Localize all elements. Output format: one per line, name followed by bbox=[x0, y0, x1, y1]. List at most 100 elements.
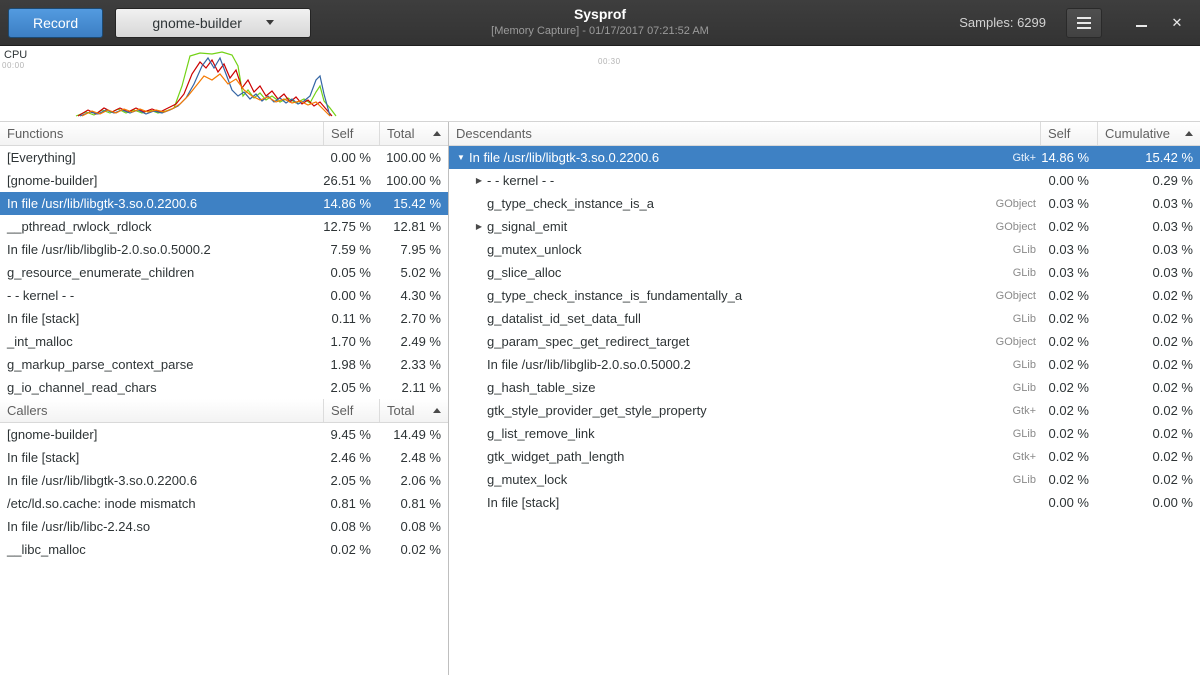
expander-icon[interactable]: ▶ bbox=[471, 222, 487, 231]
cell-function-name: In file /usr/lib/libgtk-3.so.0.2200.6 bbox=[0, 473, 323, 488]
cell-self-percent: 0.02 % bbox=[323, 542, 379, 557]
column-header-total[interactable]: Total bbox=[379, 122, 448, 145]
tree-row[interactable]: g_mutex_lockGLib0.02 %0.02 % bbox=[449, 468, 1200, 491]
cell-function-name: In file /usr/lib/libglib-2.0.so.0.5000.2 bbox=[0, 242, 323, 257]
cell-cumulative-percent: 0.02 % bbox=[1097, 334, 1200, 349]
cpu-series-red bbox=[78, 60, 332, 116]
cell-self-percent: 1.98 % bbox=[323, 357, 379, 372]
cell-function-name: - - kernel - - bbox=[0, 288, 323, 303]
cell-library-tag: GObject bbox=[976, 198, 1040, 210]
cell-library-tag: GObject bbox=[976, 336, 1040, 348]
cell-total-percent: 2.33 % bbox=[379, 357, 448, 372]
cell-library-tag: Gtk+ bbox=[976, 451, 1040, 463]
column-header-descendants[interactable]: Descendants bbox=[449, 122, 1040, 145]
table-row[interactable]: In file [stack]2.46 %2.48 % bbox=[0, 446, 448, 469]
table-row[interactable]: In file [stack]0.11 %2.70 % bbox=[0, 307, 448, 330]
samples-count: Samples: 6299 bbox=[959, 15, 1046, 30]
cell-function-name: In file /usr/lib/libc-2.24.so bbox=[0, 519, 323, 534]
cpu-label: CPU bbox=[4, 49, 27, 61]
column-header-functions[interactable]: Functions bbox=[0, 122, 323, 145]
tree-row[interactable]: g_slice_allocGLib0.03 %0.03 % bbox=[449, 261, 1200, 284]
tree-row[interactable]: g_mutex_unlockGLib0.03 %0.03 % bbox=[449, 238, 1200, 261]
cell-cumulative-percent: 0.02 % bbox=[1097, 311, 1200, 326]
window-title-block: Sysprof [Memory Capture] - 01/17/2017 07… bbox=[491, 6, 709, 38]
column-header-cumulative[interactable]: Cumulative bbox=[1097, 122, 1200, 145]
tree-row[interactable]: ▶- - kernel - -0.00 %0.29 % bbox=[449, 169, 1200, 192]
table-row[interactable]: __libc_malloc0.02 %0.02 % bbox=[0, 538, 448, 561]
cell-total-percent: 2.06 % bbox=[379, 473, 448, 488]
tree-row[interactable]: g_datalist_id_set_data_fullGLib0.02 %0.0… bbox=[449, 307, 1200, 330]
cell-library-tag: GLib bbox=[976, 244, 1040, 256]
cell-library-tag: GLib bbox=[976, 313, 1040, 325]
cell-self-percent: 0.02 % bbox=[1040, 403, 1097, 418]
cell-cumulative-percent: 0.02 % bbox=[1097, 472, 1200, 487]
tree-row[interactable]: ▼In file /usr/lib/libgtk-3.so.0.2200.6Gt… bbox=[449, 146, 1200, 169]
table-row[interactable]: In file /usr/lib/libglib-2.0.so.0.5000.2… bbox=[0, 238, 448, 261]
cell-function-name: In file [stack] bbox=[487, 495, 976, 510]
left-pane: Functions Self Total [Everything]0.00 %1… bbox=[0, 122, 448, 675]
cell-self-percent: 26.51 % bbox=[323, 173, 379, 188]
headerbar: Record gnome-builder Sysprof [Memory Cap… bbox=[0, 0, 1200, 46]
table-row[interactable]: In file /usr/lib/libgtk-3.so.0.2200.614.… bbox=[0, 192, 448, 215]
cell-library-tag: GLib bbox=[976, 428, 1040, 440]
cell-library-tag: Gtk+ bbox=[976, 405, 1040, 417]
tree-row[interactable]: g_type_check_instance_is_aGObject0.03 %0… bbox=[449, 192, 1200, 215]
sort-indicator-icon bbox=[433, 408, 441, 413]
cell-self-percent: 0.00 % bbox=[1040, 173, 1097, 188]
cell-self-percent: 0.02 % bbox=[1040, 219, 1097, 234]
cell-function-name: __pthread_rwlock_rdlock bbox=[0, 219, 323, 234]
column-header-total[interactable]: Total bbox=[379, 399, 448, 422]
tree-row[interactable]: gtk_style_provider_get_style_propertyGtk… bbox=[449, 399, 1200, 422]
column-header-self[interactable]: Self bbox=[323, 399, 379, 422]
table-row[interactable]: [Everything]0.00 %100.00 % bbox=[0, 146, 448, 169]
table-row[interactable]: __pthread_rwlock_rdlock12.75 %12.81 % bbox=[0, 215, 448, 238]
cell-self-percent: 2.05 % bbox=[323, 473, 379, 488]
column-header-callers[interactable]: Callers bbox=[0, 399, 323, 422]
cell-cumulative-percent: 0.02 % bbox=[1097, 403, 1200, 418]
table-row[interactable]: g_markup_parse_context_parse1.98 %2.33 % bbox=[0, 353, 448, 376]
cpu-graph[interactable]: CPU 00:00 00:30 bbox=[0, 46, 1200, 122]
close-button[interactable]: ✕ bbox=[1162, 8, 1192, 38]
cell-self-percent: 0.02 % bbox=[1040, 311, 1097, 326]
tree-row[interactable]: g_param_spec_get_redirect_targetGObject0… bbox=[449, 330, 1200, 353]
cell-function-name: In file /usr/lib/libglib-2.0.so.0.5000.2 bbox=[487, 357, 976, 372]
cell-cumulative-percent: 0.03 % bbox=[1097, 219, 1200, 234]
table-row[interactable]: - - kernel - -0.00 %4.30 % bbox=[0, 284, 448, 307]
cell-function-name: gtk_style_provider_get_style_property bbox=[487, 403, 976, 418]
cell-total-percent: 0.08 % bbox=[379, 519, 448, 534]
menu-button[interactable] bbox=[1066, 8, 1102, 38]
table-row[interactable]: In file /usr/lib/libc-2.24.so0.08 %0.08 … bbox=[0, 515, 448, 538]
hamburger-icon bbox=[1077, 17, 1091, 29]
tree-row[interactable]: In file /usr/lib/libglib-2.0.so.0.5000.2… bbox=[449, 353, 1200, 376]
table-row[interactable]: [gnome-builder]9.45 %14.49 % bbox=[0, 423, 448, 446]
table-row[interactable]: _int_malloc1.70 %2.49 % bbox=[0, 330, 448, 353]
column-header-self[interactable]: Self bbox=[323, 122, 379, 145]
cell-self-percent: 0.81 % bbox=[323, 496, 379, 511]
record-button[interactable]: Record bbox=[8, 8, 103, 38]
table-row[interactable]: [gnome-builder]26.51 %100.00 % bbox=[0, 169, 448, 192]
cell-total-percent: 100.00 % bbox=[379, 150, 448, 165]
table-row[interactable]: g_resource_enumerate_children0.05 %5.02 … bbox=[0, 261, 448, 284]
cell-library-tag: GLib bbox=[976, 382, 1040, 394]
cell-total-percent: 2.49 % bbox=[379, 334, 448, 349]
column-header-self[interactable]: Self bbox=[1040, 122, 1097, 145]
table-row[interactable]: /etc/ld.so.cache: inode mismatch0.81 %0.… bbox=[0, 492, 448, 515]
tree-row[interactable]: gtk_widget_path_lengthGtk+0.02 %0.02 % bbox=[449, 445, 1200, 468]
tree-row[interactable]: g_list_remove_linkGLib0.02 %0.02 % bbox=[449, 422, 1200, 445]
content-panes: Functions Self Total [Everything]0.00 %1… bbox=[0, 122, 1200, 675]
expander-icon[interactable]: ▼ bbox=[453, 153, 469, 162]
tree-row[interactable]: g_hash_table_sizeGLib0.02 %0.02 % bbox=[449, 376, 1200, 399]
tree-row[interactable]: g_type_check_instance_is_fundamentally_a… bbox=[449, 284, 1200, 307]
cell-self-percent: 0.00 % bbox=[1040, 495, 1097, 510]
minimize-button[interactable] bbox=[1126, 8, 1156, 38]
cell-total-percent: 12.81 % bbox=[379, 219, 448, 234]
table-row[interactable]: g_io_channel_read_chars2.05 %2.11 % bbox=[0, 376, 448, 399]
process-selector-dropdown[interactable]: gnome-builder bbox=[115, 8, 311, 38]
cell-total-percent: 0.02 % bbox=[379, 542, 448, 557]
column-label: Callers bbox=[7, 403, 47, 418]
tree-row[interactable]: In file [stack]0.00 %0.00 % bbox=[449, 491, 1200, 514]
sort-indicator-icon bbox=[433, 131, 441, 136]
tree-row[interactable]: ▶g_signal_emitGObject0.02 %0.03 % bbox=[449, 215, 1200, 238]
table-row[interactable]: In file /usr/lib/libgtk-3.so.0.2200.62.0… bbox=[0, 469, 448, 492]
expander-icon[interactable]: ▶ bbox=[471, 176, 487, 185]
